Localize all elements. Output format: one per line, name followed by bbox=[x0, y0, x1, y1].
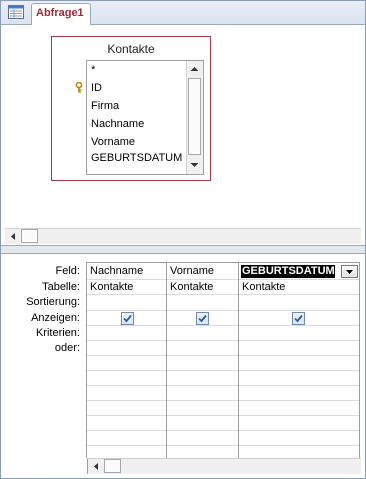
show-checkbox[interactable] bbox=[292, 312, 305, 325]
grid-cell-table[interactable]: Kontakte bbox=[242, 281, 285, 293]
field-item-firma[interactable]: Firma bbox=[91, 100, 119, 112]
design-area-horizontal-scrollbar[interactable] bbox=[5, 228, 361, 244]
field-dropdown-button[interactable] bbox=[341, 265, 358, 278]
checkmark-icon bbox=[198, 314, 207, 323]
field-item-id[interactable]: ID bbox=[91, 82, 102, 94]
row-label-kriterien: Kriterien: bbox=[35, 327, 80, 339]
grid-row-divider bbox=[87, 279, 360, 280]
tab-label[interactable]: Abfrage1 bbox=[36, 7, 84, 19]
grid-row-divider bbox=[87, 340, 360, 341]
grid-row-divider bbox=[87, 294, 360, 295]
scroll-left-arrow-icon[interactable] bbox=[89, 460, 103, 473]
scroll-up-arrow-icon[interactable] bbox=[187, 62, 202, 76]
scroll-thumb[interactable] bbox=[21, 229, 38, 243]
field-item-all[interactable]: * bbox=[91, 64, 95, 76]
grid-row-divider bbox=[87, 370, 360, 371]
scroll-thumb[interactable] bbox=[104, 459, 121, 473]
scroll-left-arrow-icon[interactable] bbox=[6, 230, 20, 243]
grid-cell-table[interactable]: Kontakte bbox=[170, 281, 213, 293]
grid-horizontal-scrollbar[interactable] bbox=[87, 458, 361, 474]
grid-row-divider bbox=[87, 400, 360, 401]
field-item-nachname[interactable]: Nachname bbox=[91, 118, 144, 130]
row-label-oder: oder: bbox=[54, 342, 80, 354]
grid-row-divider bbox=[87, 415, 360, 416]
grid-row-divider bbox=[87, 310, 360, 311]
row-label-tabelle: Tabelle: bbox=[42, 281, 80, 293]
checkmark-icon bbox=[294, 314, 303, 323]
grid-cell-field[interactable]: Nachname bbox=[90, 265, 143, 277]
grid-cell-table[interactable]: Kontakte bbox=[90, 281, 133, 293]
table-title[interactable]: Kontakte bbox=[51, 42, 211, 56]
row-label-anzeigen: Anzeigen: bbox=[31, 312, 80, 324]
chevron-down-icon bbox=[346, 270, 353, 274]
show-checkbox[interactable] bbox=[196, 312, 209, 325]
grid-row-divider bbox=[87, 355, 360, 356]
grid-column-divider bbox=[238, 263, 239, 459]
field-item-vorname[interactable]: Vorname bbox=[91, 136, 135, 148]
field-item-geburtsdatum[interactable]: GEBURTSDATUM bbox=[91, 152, 182, 164]
key-icon bbox=[74, 81, 84, 93]
grid-row-divider bbox=[87, 445, 360, 446]
show-checkbox[interactable] bbox=[121, 312, 134, 325]
pane-splitter[interactable] bbox=[1, 245, 365, 254]
grid-column-divider bbox=[166, 263, 167, 459]
row-label-feld: Feld: bbox=[55, 265, 80, 277]
scroll-thumb[interactable] bbox=[188, 78, 201, 155]
row-label-sortierung: Sortierung: bbox=[26, 296, 80, 308]
grid-row-divider bbox=[87, 430, 360, 431]
scroll-down-arrow-icon[interactable] bbox=[187, 158, 202, 172]
grid-column-divider bbox=[359, 263, 360, 459]
query-document-icon bbox=[8, 5, 24, 19]
grid-cell-field[interactable]: Vorname bbox=[170, 265, 214, 277]
checkmark-icon bbox=[123, 314, 132, 323]
grid-row-divider bbox=[87, 385, 360, 386]
grid-cell-field-selected[interactable]: GEBURTSDATUM bbox=[241, 265, 335, 278]
